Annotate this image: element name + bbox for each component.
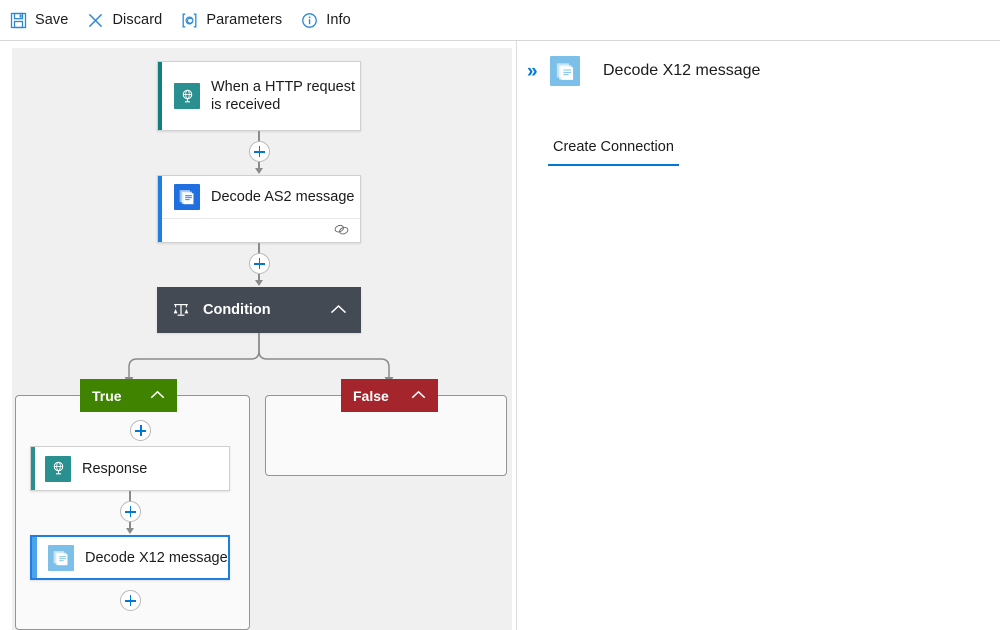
trigger-card-label: When a HTTP request is received <box>211 79 355 113</box>
discard-label: Discard <box>112 12 163 28</box>
decode-as2-icon <box>174 184 200 210</box>
card-accent <box>32 537 37 578</box>
action-card-decode-x12[interactable]: Decode X12 message <box>30 535 230 580</box>
add-step-button[interactable] <box>248 141 270 162</box>
parameters-icon <box>180 11 199 30</box>
info-button[interactable]: Info <box>291 0 360 40</box>
http-request-icon <box>174 83 200 109</box>
discard-button[interactable]: Discard <box>77 0 171 40</box>
connector-true-top <box>30 416 251 448</box>
branch-header-false[interactable]: False <box>341 379 438 412</box>
tab-create-connection[interactable]: Create Connection <box>548 139 679 166</box>
details-panel: » Decode X12 message Create Connection *… <box>517 41 1000 630</box>
action-card-label: Decode AS2 message <box>211 189 355 205</box>
chevron-up-icon[interactable] <box>150 388 165 403</box>
connector-response-to-x12 <box>30 491 230 535</box>
chevron-double-right-icon[interactable]: » <box>527 62 537 81</box>
trigger-card-http-request[interactable]: When a HTTP request is received <box>157 61 361 131</box>
chevron-up-icon[interactable] <box>411 388 426 403</box>
panel-title: Decode X12 message <box>603 62 761 79</box>
parameters-button[interactable]: Parameters <box>171 0 291 40</box>
decode-x12-icon <box>550 56 580 86</box>
add-step-button[interactable] <box>248 253 270 274</box>
card-accent <box>158 62 162 130</box>
chevron-up-icon[interactable] <box>330 303 347 318</box>
branch-true-label: True <box>92 387 122 404</box>
discard-icon <box>86 11 105 30</box>
decode-x12-icon <box>48 544 74 571</box>
add-step-button[interactable] <box>119 590 141 611</box>
panel-header: Decode X12 message <box>550 56 760 86</box>
condition-scales-icon <box>171 300 191 320</box>
save-label: Save <box>35 12 69 28</box>
link-icon[interactable] <box>333 222 350 240</box>
connector-as2-to-condition <box>157 243 361 287</box>
connector-trigger-to-as2 <box>157 131 361 175</box>
branch-false-label: False <box>353 387 389 404</box>
panel-tabs: Create Connection <box>548 139 679 166</box>
branch-header-true[interactable]: True <box>80 379 177 412</box>
info-label: Info <box>326 12 351 28</box>
connector-true-bottom <box>30 580 230 612</box>
card-accent <box>31 447 35 490</box>
response-icon <box>45 455 71 482</box>
action-card-condition[interactable]: Condition <box>157 287 361 333</box>
decode-x12-card-label: Decode X12 message <box>85 549 228 566</box>
condition-card-label: Condition <box>203 302 271 318</box>
info-icon <box>300 11 319 30</box>
save-button[interactable]: Save <box>0 0 77 40</box>
workflow-canvas[interactable]: When a HTTP request is received Decode A… <box>12 48 512 630</box>
action-card-decode-as2[interactable]: Decode AS2 message <box>157 175 361 243</box>
add-step-button[interactable] <box>119 501 141 522</box>
toolbar: Save Discard Parameters Info <box>0 0 1000 41</box>
parameters-label: Parameters <box>206 12 283 28</box>
action-card-response[interactable]: Response <box>30 446 230 491</box>
add-step-button[interactable] <box>130 420 151 441</box>
response-card-label: Response <box>82 460 148 477</box>
save-icon <box>9 11 28 30</box>
